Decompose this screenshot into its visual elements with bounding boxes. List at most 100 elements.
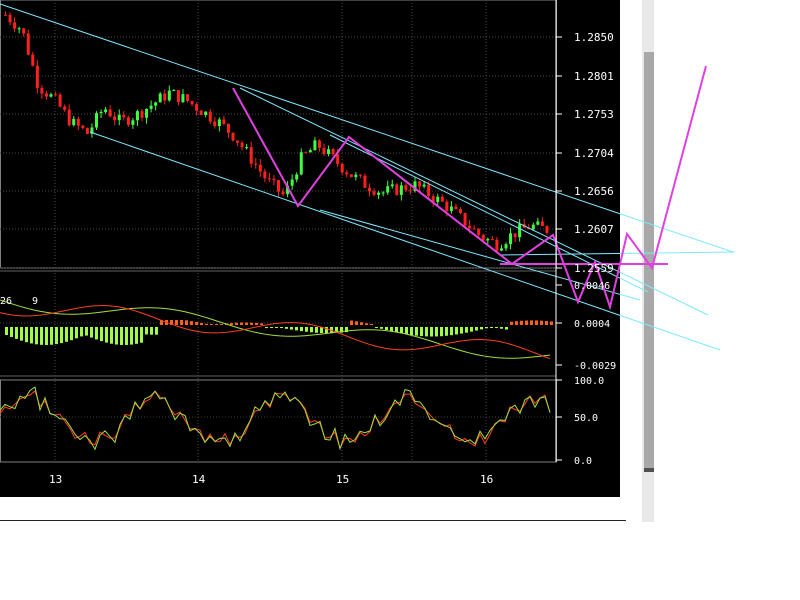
candle: [31, 54, 35, 66]
candle: [54, 94, 58, 96]
y-axis-tick-label: 1.2753: [574, 108, 614, 121]
macd-histogram-bar: [430, 327, 433, 337]
macd-param-label: 26: [0, 296, 12, 307]
candle: [308, 150, 312, 153]
macd-histogram-bar: [255, 322, 258, 325]
macd-histogram-bar: [135, 327, 138, 344]
macd-histogram-bar: [390, 327, 393, 332]
macd-histogram-bar: [445, 327, 448, 336]
candle: [513, 233, 517, 238]
candle: [49, 94, 53, 97]
candle: [545, 226, 549, 233]
candle: [336, 154, 340, 164]
macd-histogram-bar: [285, 327, 288, 329]
candle: [290, 179, 294, 186]
macd-histogram-bar: [105, 327, 108, 343]
macd-histogram-bar: [10, 327, 13, 337]
macd-histogram-bar: [205, 323, 208, 325]
candle: [258, 164, 262, 172]
candle: [472, 228, 476, 230]
candle: [190, 101, 194, 105]
panel-frames: [0, 0, 557, 463]
candle: [490, 238, 494, 240]
candle: [8, 14, 12, 23]
candle: [477, 228, 481, 236]
candle: [108, 109, 112, 117]
candle: [40, 87, 44, 94]
macd-param-label: 9: [32, 296, 38, 307]
channel-line: [239, 87, 709, 316]
macd-histogram-bar: [95, 327, 98, 340]
candle: [468, 225, 472, 229]
candle: [172, 90, 176, 92]
macd-histogram-bar: [235, 322, 238, 325]
stochastic-line-a: [0, 390, 551, 450]
candle: [81, 125, 85, 129]
macd-histogram-bar: [520, 320, 523, 325]
macd-histogram-bar: [480, 327, 483, 330]
macd-histogram-bar: [465, 327, 468, 333]
macd-histogram-bar: [475, 327, 478, 331]
candle: [504, 244, 508, 249]
macd-histogram-bar: [500, 327, 503, 329]
candle: [368, 187, 371, 192]
candle: [122, 114, 126, 118]
macd-histogram-bar: [510, 321, 513, 325]
macd-histogram-bar: [460, 327, 463, 334]
candle: [17, 28, 21, 30]
candle: [76, 118, 80, 126]
macd-histogram-bar: [220, 323, 223, 325]
y-axis-tick-label: 1.2656: [574, 185, 614, 198]
macd-histogram-bar: [85, 327, 88, 336]
candle: [13, 22, 17, 29]
y-axis-tick-label: 0.0: [574, 456, 592, 467]
macd-histogram-bar: [375, 327, 378, 328]
candle: [204, 111, 208, 116]
macd-histogram-bar: [150, 327, 153, 335]
macd-histogram-bar: [20, 327, 23, 341]
candle: [149, 105, 153, 109]
macd-histogram-bar: [50, 327, 53, 345]
candle: [217, 119, 221, 126]
candle: [240, 142, 244, 148]
candle: [540, 221, 544, 227]
candle: [26, 33, 30, 55]
candle: [104, 109, 108, 112]
candle: [327, 149, 331, 155]
macd-histogram-bar: [60, 327, 63, 344]
candle: [536, 221, 540, 225]
candle: [281, 191, 285, 195]
candle: [445, 201, 449, 211]
candle: [67, 109, 71, 126]
channel-line: [499, 251, 736, 256]
macd-histogram-bar: [15, 327, 18, 339]
macd-histogram-bar: [125, 327, 128, 345]
macd-histogram-bar: [30, 327, 33, 344]
macd-histogram-bar: [195, 322, 198, 325]
macd-histogram-bar: [65, 327, 68, 342]
stochastic-panel: [0, 386, 551, 451]
macd-histogram-bar: [440, 327, 443, 337]
macd-histogram-bar: [415, 327, 418, 336]
macd-histogram-bar: [365, 323, 368, 325]
macd-histogram-bar: [540, 320, 543, 325]
candle: [117, 114, 121, 121]
macd-histogram-bar: [140, 327, 143, 343]
candle: [181, 94, 185, 103]
chart-canvas[interactable]: 26 9 1.2850 1.2801 1.2753 1.2704 1.2656 1.2607…: [0, 0, 800, 600]
candle: [58, 94, 62, 107]
y-axis-tick-label: 100.0: [574, 376, 604, 387]
macd-histogram-bar: [550, 321, 553, 325]
macd-histogram-bar: [370, 324, 373, 325]
candle: [427, 184, 431, 197]
candle: [231, 132, 235, 141]
candle: [186, 94, 189, 102]
candle: [317, 140, 321, 148]
macd-histogram-bar: [360, 322, 363, 325]
candle: [304, 152, 308, 154]
macd-histogram-bar: [25, 327, 28, 343]
y-axis-tick-label: -0.0029: [574, 361, 616, 372]
macd-histogram-bar: [35, 327, 38, 345]
candle: [135, 111, 139, 121]
macd-histogram-bar: [200, 322, 203, 325]
